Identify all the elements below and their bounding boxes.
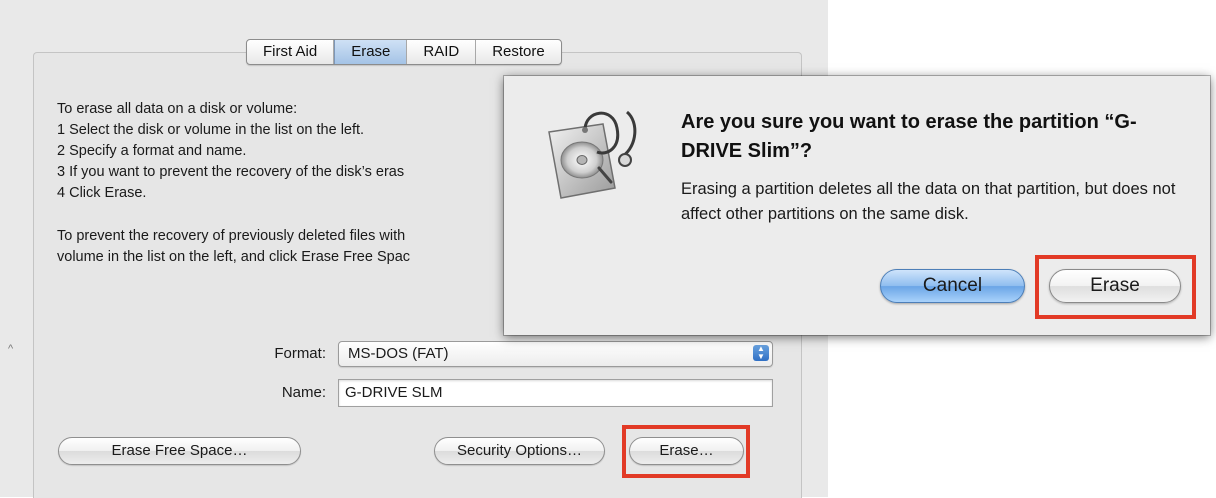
dialog-message: Erasing a partition deletes all the data… bbox=[681, 180, 1176, 223]
security-options-button[interactable]: Security Options… bbox=[434, 437, 605, 465]
tab-bar: First Aid Erase RAID Restore bbox=[246, 39, 562, 65]
instruction-line: To erase all data on a disk or volume: bbox=[57, 101, 298, 117]
dialog-title: Are you sure you want to erase the parti… bbox=[681, 111, 1137, 162]
erase-instructions: To erase all data on a disk or volume: 1… bbox=[57, 99, 410, 268]
collapse-chevron-icon[interactable]: ^ bbox=[8, 343, 13, 355]
instruction-line: 4 Click Erase. bbox=[57, 185, 147, 201]
format-label: Format: bbox=[274, 345, 326, 362]
name-field[interactable]: G-DRIVE SLM bbox=[338, 379, 773, 407]
name-value: G-DRIVE SLM bbox=[345, 384, 443, 401]
instruction-line: 2 Specify a format and name. bbox=[57, 143, 247, 159]
format-select[interactable]: MS-DOS (FAT) ▲ ▼ bbox=[338, 341, 773, 367]
format-value: MS-DOS (FAT) bbox=[348, 345, 449, 362]
erase-button-highlight bbox=[622, 425, 750, 478]
instruction-line: 3 If you want to prevent the recovery of… bbox=[57, 164, 405, 180]
tab-erase[interactable]: Erase bbox=[334, 40, 408, 64]
free-space-instruction-line: volume in the list on the left, and clic… bbox=[57, 249, 411, 265]
tab-restore[interactable]: Restore bbox=[476, 40, 561, 64]
tab-raid[interactable]: RAID bbox=[407, 40, 477, 64]
confirm-erase-highlight bbox=[1035, 255, 1196, 319]
tab-first-aid[interactable]: First Aid bbox=[247, 40, 335, 64]
select-stepper-icon: ▲ ▼ bbox=[753, 345, 769, 361]
erase-free-space-button[interactable]: Erase Free Space… bbox=[58, 437, 301, 465]
disk-utility-icon bbox=[541, 102, 641, 212]
instruction-line: 1 Select the disk or volume in the list … bbox=[57, 122, 365, 138]
cancel-button[interactable]: Cancel bbox=[880, 269, 1025, 303]
free-space-instruction-line: To prevent the recovery of previously de… bbox=[57, 228, 406, 244]
name-label: Name: bbox=[281, 384, 326, 401]
